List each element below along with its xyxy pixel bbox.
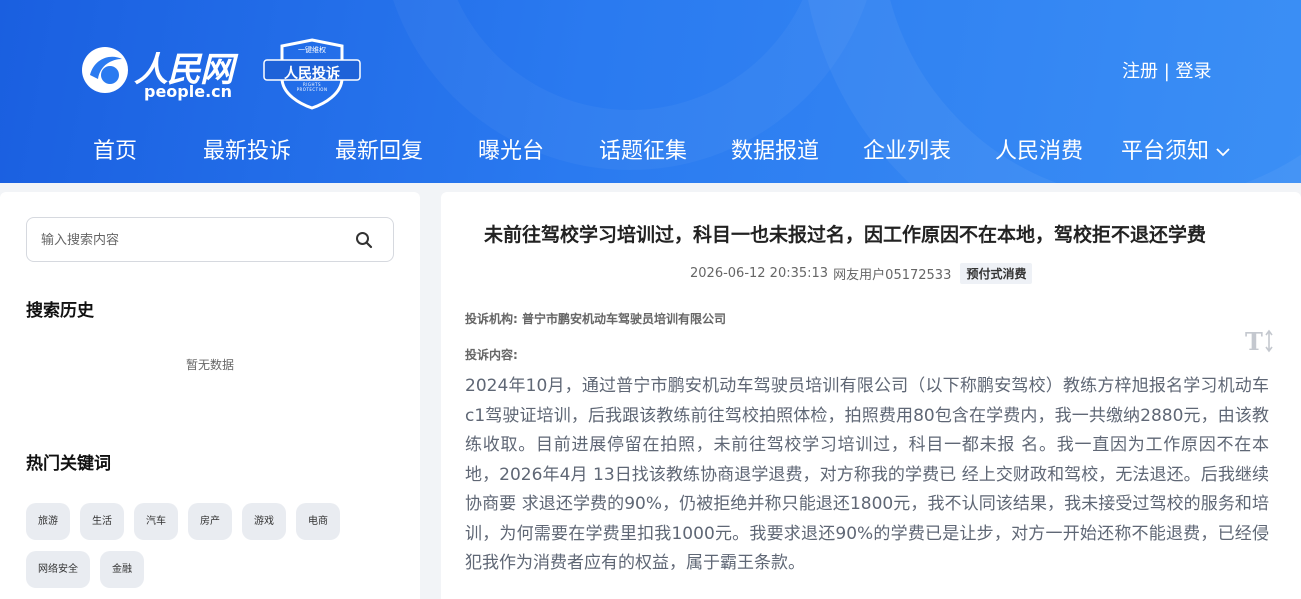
nav-latest-replies[interactable]: 最新回复 (335, 133, 423, 165)
empty-history-text: 暂无数据 (185, 358, 234, 372)
keyword-tag[interactable]: 游戏 (242, 503, 286, 540)
org-name[interactable]: 普宁市鹏安机动车驾驶员培训有限公司 (522, 312, 726, 326)
search-input[interactable] (41, 228, 341, 252)
keyword-tag[interactable]: 金融 (100, 551, 144, 588)
keyword-tag[interactable]: 生活 (80, 503, 124, 540)
auth-separator: | (1158, 61, 1176, 82)
search-icon[interactable] (355, 231, 373, 249)
login-link[interactable]: 登录 (1176, 61, 1212, 82)
complaint-user: 网友用户05172533 (833, 268, 952, 283)
badge-sub-text: RIGHTS PROTECTION (296, 82, 328, 92)
rights-badge[interactable]: 一键维权 人民投诉 RIGHTS PROTECTION (262, 38, 362, 110)
nav-topics[interactable]: 话题征集 (599, 133, 687, 165)
nav-home[interactable]: 首页 (93, 133, 137, 165)
site-header: 人民网 people.cn 一键维权 人民投诉 RIGHTS PROTECTIO… (0, 0, 1301, 183)
nav-companies[interactable]: 企业列表 (863, 133, 951, 165)
nav-data-reports[interactable]: 数据报道 (731, 133, 819, 165)
complaint-title: 未前往驾校学习培训过，科目一也未报过名，因工作原因不在本地，驾校拒不退还学费 (483, 224, 1206, 246)
sidebar: 搜索历史 暂无数据 热门关键词 旅游 生活 汽车 房产 游戏 电商 网络安全 金… (0, 192, 420, 599)
search-history-title: 搜索历史 (26, 301, 94, 321)
nav-platform-notice[interactable]: 平台须知 (1121, 133, 1231, 165)
hot-keywords-title: 热门关键词 (26, 454, 111, 474)
auth-links: 注册 | 登录 (1122, 57, 1212, 83)
content-label: 投诉内容: (465, 348, 518, 362)
complaint-date: 2026-06-12 20:35:13 (690, 266, 829, 281)
keyword-tag[interactable]: 电商 (296, 503, 340, 540)
svg-text:T: T (1245, 328, 1263, 354)
search-box (26, 217, 394, 262)
complaint-org: 投诉机构: 普宁市鹏安机动车驾驶员培训有限公司 (465, 310, 726, 327)
people-logo-icon (82, 47, 128, 93)
badge-main-text: 人民投诉 (284, 66, 340, 82)
keyword-tag[interactable]: 旅游 (26, 503, 70, 540)
complaint-meta: 2026-06-12 20:35:13 网友用户05172533 预付式消费 (690, 263, 1033, 285)
logo-text-en: people.cn (144, 82, 233, 101)
main-nav: 首页 最新投诉 最新回复 曝光台 话题征集 数据报道 企业列表 人民消费 平台须… (0, 133, 1301, 175)
complaint-content: 2024年10月，通过普宁市鹏安机动车驾驶员培训有限公司（以下称鹏安驾校）教练方… (465, 376, 1269, 573)
nav-exposure[interactable]: 曝光台 (478, 133, 544, 165)
chevron-down-icon (1216, 148, 1230, 157)
people-logo[interactable]: 人民网 people.cn (80, 42, 240, 102)
nav-consumption[interactable]: 人民消费 (995, 133, 1083, 165)
keyword-tag[interactable]: 房产 (188, 503, 232, 540)
register-link[interactable]: 注册 (1122, 61, 1158, 82)
font-size-icon[interactable]: T (1245, 328, 1277, 354)
complaint-detail: 未前往驾校学习培训过，科目一也未报过名，因工作原因不在本地，驾校拒不退还学费 2… (441, 192, 1301, 599)
keyword-tag[interactable]: 汽车 (134, 503, 178, 540)
org-label: 投诉机构: (465, 312, 518, 326)
nav-latest-complaints[interactable]: 最新投诉 (203, 133, 291, 165)
badge-top-text: 一键维权 (298, 46, 326, 54)
category-badge: 预付式消费 (960, 263, 1033, 284)
keyword-tag[interactable]: 网络安全 (26, 551, 90, 588)
nav-platform-notice-label: 平台须知 (1121, 139, 1210, 164)
